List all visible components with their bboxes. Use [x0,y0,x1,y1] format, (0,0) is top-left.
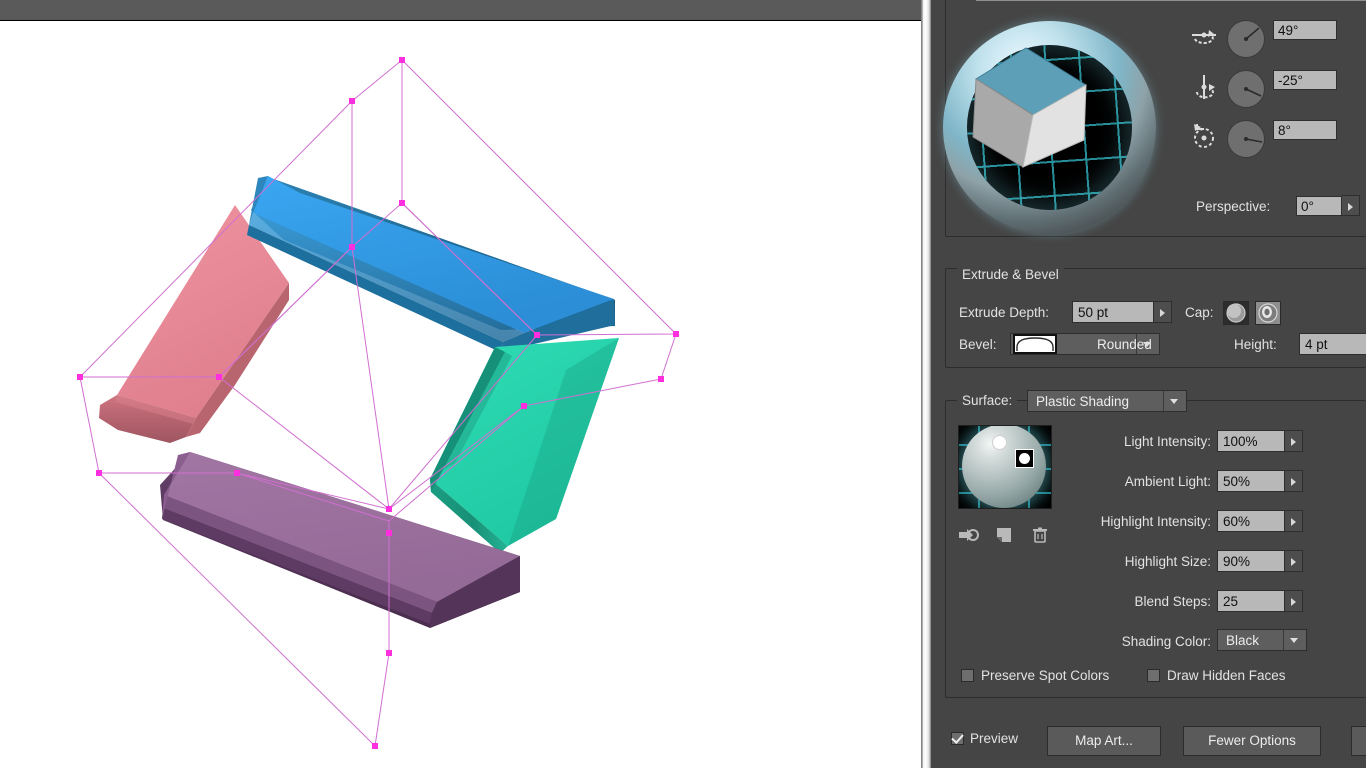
preview-checkbox[interactable] [951,732,964,745]
highlight-size-label: Highlight Size: [1124,554,1211,569]
height-field[interactable]: 4 pt [1299,333,1366,355]
cap-solid-icon [1226,303,1246,323]
fewer-options-button[interactable]: Fewer Options [1183,726,1321,756]
extrude-bevel-options-panel: 49° -25° 8° Perspective: 0° Extrude & Be… [931,0,1366,768]
highlight-intensity-field[interactable]: 60% [1217,510,1285,532]
ambient-light-field[interactable]: 50% [1217,470,1285,492]
cap-hollow-icon [1258,303,1278,323]
application-top-bar [0,0,924,21]
rotate-x-field[interactable]: 49° [1273,20,1337,40]
highlight-intensity-stepper[interactable] [1285,510,1303,532]
rotate-x-row: 49° [1189,18,1361,58]
preview-label[interactable]: Preview [970,730,1018,748]
perspective-label: Perspective: [1196,199,1271,214]
map-art-button[interactable]: Map Art... [1047,726,1161,756]
cap-hollow-button[interactable] [1255,301,1281,325]
cap-solid-button[interactable] [1223,301,1249,325]
shading-color-value: Black [1226,633,1260,648]
rotate-z-row: 8° [1189,118,1361,158]
shading-chevron-down-icon[interactable] [1163,391,1186,411]
rotate-x-dial[interactable] [1227,20,1265,58]
light-point-selected[interactable] [1015,449,1034,468]
surface-group-title: Surface: [957,394,1018,408]
extrude-depth-label: Extrude Depth: [959,305,1050,320]
bevel-chevron-down-icon[interactable] [1136,334,1159,354]
rotation-cube-icon[interactable] [971,45,1091,170]
shading-color-combo[interactable]: Black [1217,629,1307,651]
shape-green-bar[interactable] [430,338,619,553]
light-intensity-field[interactable]: 100% [1217,430,1285,452]
rotate-z-icon[interactable] [1189,122,1219,152]
height-label: Height: [1234,337,1277,352]
rotation-trackball[interactable] [943,21,1156,234]
extrude-depth-stepper[interactable] [1154,301,1172,323]
fewer-options-label: Fewer Options [1208,733,1296,748]
shape-blue-bar[interactable] [247,176,615,352]
blend-steps-label: Blend Steps: [1134,594,1211,609]
extrude-depth-field[interactable]: 50 pt [1072,301,1154,323]
dialog-action-button-clipped[interactable] [1351,726,1366,756]
document-canvas[interactable] [0,21,921,768]
draw-hidden-faces-checkbox[interactable] [1147,669,1160,682]
rotate-y-field[interactable]: -25° [1273,70,1337,90]
rotate-z-field[interactable]: 8° [1273,120,1337,140]
light-point-unselected[interactable] [992,435,1007,450]
shading-value: Plastic Shading [1036,394,1130,409]
blend-steps-stepper[interactable] [1285,590,1303,612]
light-intensity-label: Light Intensity: [1123,434,1211,449]
bevel-swatch[interactable] [1013,334,1057,354]
rotate-y-dial[interactable] [1227,70,1265,108]
move-light-back-icon[interactable] [958,526,980,544]
bevel-label: Bevel: [959,337,997,352]
ambient-light-stepper[interactable] [1285,470,1303,492]
dialog-left-border [921,0,931,768]
highlight-size-stepper[interactable] [1285,550,1303,572]
light-intensity-stepper[interactable] [1285,430,1303,452]
artwork-3d-extruded-shapes[interactable] [0,21,921,768]
rotate-z-dial[interactable] [1227,120,1265,158]
shading-color-chevron-down-icon[interactable] [1283,630,1306,650]
rotate-y-row: -25° [1189,68,1361,108]
bevel-rounded-icon [1016,337,1054,351]
extrude-bevel-group-title: Extrude & Bevel [957,268,1064,282]
highlight-size-field[interactable]: 90% [1217,550,1285,572]
cap-label: Cap: [1185,305,1214,320]
shading-combo[interactable]: Plastic Shading [1027,390,1187,412]
shading-color-label: Shading Color: [1121,634,1211,649]
map-art-label: Map Art... [1075,733,1133,748]
ambient-light-label: Ambient Light: [1124,474,1211,489]
perspective-field[interactable]: 0° [1296,196,1342,216]
preserve-spot-colors-checkbox[interactable] [961,669,974,682]
rotate-y-icon[interactable] [1189,72,1219,102]
draw-hidden-faces-label[interactable]: Draw Hidden Faces [1167,667,1286,685]
highlight-intensity-label: Highlight Intensity: [1100,514,1211,529]
preserve-spot-colors-label[interactable]: Preserve Spot Colors [981,667,1109,685]
rotate-x-icon[interactable] [1189,22,1219,52]
blend-steps-field[interactable]: 25 [1217,590,1285,612]
perspective-stepper[interactable] [1342,195,1360,216]
